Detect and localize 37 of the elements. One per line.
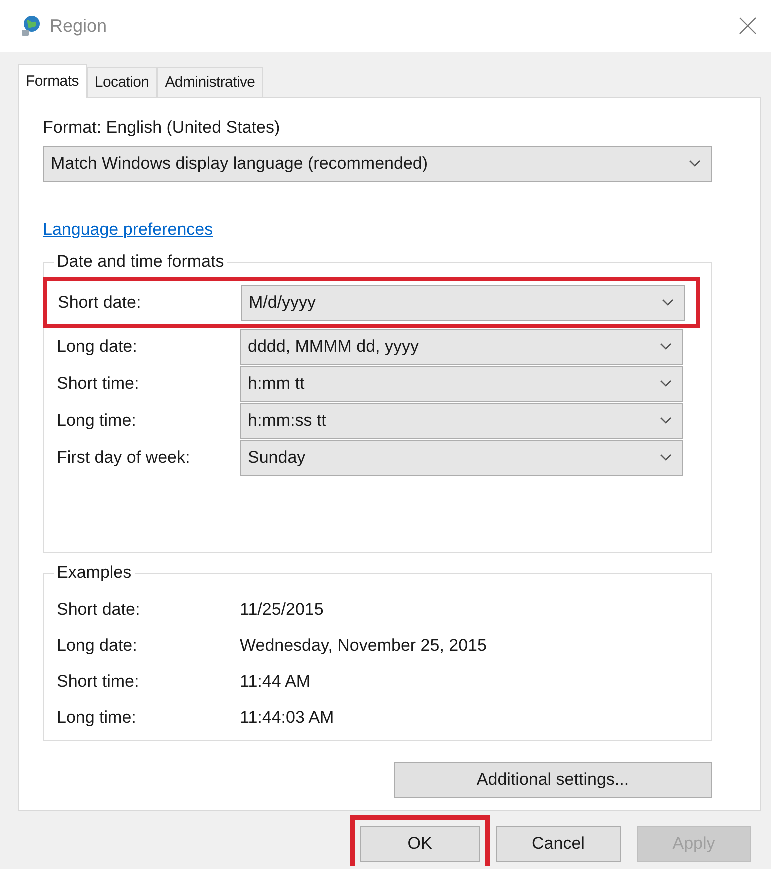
format-row-label: Long time: bbox=[57, 410, 138, 430]
globe-icon bbox=[20, 15, 42, 37]
format-dropdown[interactable]: h:mm:ss tt bbox=[240, 402, 683, 438]
chevron-down-icon bbox=[689, 160, 701, 168]
additional-settings-button[interactable]: Additional settings... bbox=[394, 762, 712, 798]
format-row-label: Short time: bbox=[57, 374, 140, 394]
format-dropdown[interactable]: Sunday bbox=[240, 440, 683, 476]
dialog-button[interactable]: OK bbox=[360, 826, 480, 862]
chevron-down-icon bbox=[660, 342, 672, 350]
example-label: Short time: bbox=[57, 672, 140, 692]
format-dropdown[interactable]: dddd, MMMM dd, yyyy bbox=[240, 328, 683, 364]
chevron-down-icon bbox=[660, 454, 672, 462]
chevron-down-icon bbox=[660, 416, 672, 424]
dialog-button[interactable]: Cancel bbox=[496, 826, 621, 862]
example-label: Short date: bbox=[57, 600, 142, 620]
example-label: Long time: bbox=[57, 708, 138, 728]
example-value: 11:44 AM bbox=[240, 672, 311, 692]
group-title: Examples bbox=[54, 563, 135, 583]
example-value: 11:44:03 AM bbox=[240, 708, 334, 728]
format-row-label: First day of week: bbox=[57, 448, 192, 468]
format-dropdown[interactable]: Match Windows display language (recommended) bbox=[43, 146, 712, 182]
format-dropdown[interactable]: h:mm tt bbox=[240, 366, 683, 402]
tab[interactable]: Location bbox=[86, 67, 158, 97]
example-value: 11/25/2015 bbox=[240, 600, 324, 620]
example-label: Long date: bbox=[57, 636, 138, 656]
close-icon[interactable] bbox=[739, 17, 757, 35]
chevron-down-icon bbox=[662, 298, 674, 306]
format-row-label: Short date: bbox=[58, 292, 142, 312]
language-preferences-link[interactable]: Language preferences bbox=[43, 220, 214, 240]
tab[interactable]: Formats bbox=[18, 64, 87, 98]
window-title: Region bbox=[50, 16, 108, 36]
format-label: Format: English (United States) bbox=[43, 118, 282, 138]
tab[interactable]: Administrative bbox=[157, 67, 264, 97]
chevron-down-icon bbox=[660, 380, 672, 388]
example-value: Wednesday, November 25, 2015 bbox=[240, 636, 487, 656]
format-dropdown[interactable]: M/d/yyyy bbox=[241, 284, 685, 320]
format-row-label: Long date: bbox=[57, 336, 138, 356]
